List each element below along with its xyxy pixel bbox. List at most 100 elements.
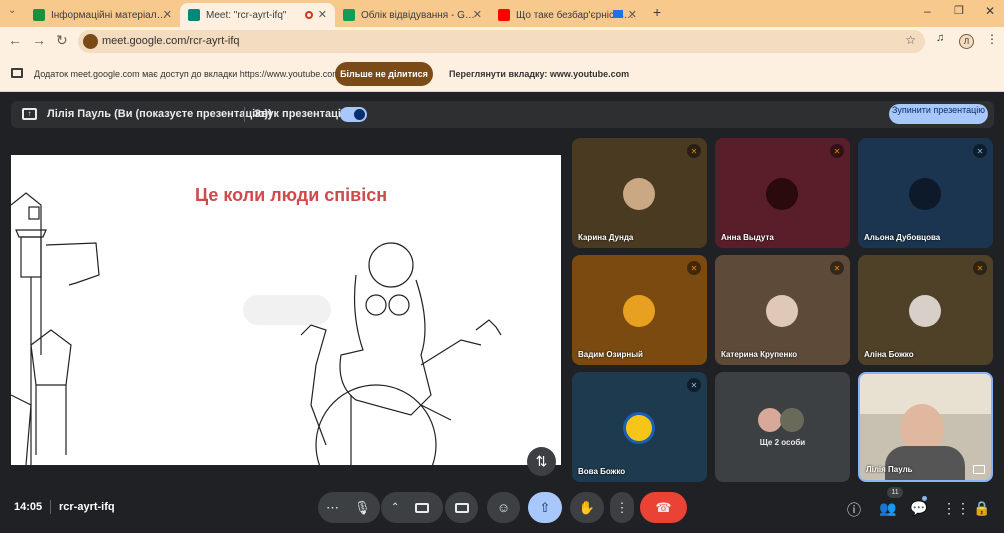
mic-off-icon: ✕	[687, 144, 701, 158]
close-icon[interactable]: ✕	[473, 8, 482, 21]
present-icon: ↑	[22, 108, 37, 120]
slide-hover-controls[interactable]	[243, 295, 331, 325]
minimize-icon[interactable]: –	[924, 4, 931, 18]
meet-icon	[188, 9, 200, 21]
info-icon[interactable]: ⓘ	[847, 500, 861, 520]
host-controls-icon[interactable]: 🔒	[973, 500, 990, 517]
participant-name: Вова Божко	[578, 467, 626, 476]
participant-tile[interactable]: ✕ Вадим Озирный	[572, 255, 707, 365]
presentation-sound-label: Звук презентації	[254, 108, 345, 120]
avatar	[909, 178, 941, 210]
tab-list-icon[interactable]: ⌄	[8, 5, 16, 16]
divider	[244, 107, 245, 122]
sheets-icon	[343, 9, 355, 21]
more-audio-icon[interactable]: ⋯	[326, 500, 339, 516]
presentation-sound-toggle[interactable]	[340, 107, 367, 122]
people-icon[interactable]: 👥	[879, 500, 896, 517]
bookmark-star-icon[interactable]: ☆	[905, 33, 916, 47]
participant-tile[interactable]: ✕ Аліна Божко	[858, 255, 993, 365]
participant-tile[interactable]: ✕ Альона Дубовцова	[858, 138, 993, 248]
avatar	[758, 408, 782, 432]
chat-dot	[922, 496, 927, 501]
participant-tile[interactable]: ✕ Вова Божко	[572, 372, 707, 482]
presenting-bar: ↑ Лілія Пауль (Ви (показуєте презентацію…	[11, 101, 994, 128]
people-count-badge: 11	[887, 487, 903, 498]
participant-name: Вадим Озирный	[578, 350, 643, 359]
close-icon[interactable]: ✕	[163, 8, 172, 21]
mic-off-icon: ✕	[830, 144, 844, 158]
avatar	[766, 178, 798, 210]
present-button[interactable]: ⇧	[528, 492, 562, 523]
close-window-icon[interactable]: ✕	[985, 4, 995, 18]
tab-youtube[interactable]: Що таке безбар'єрність і ч ✕	[490, 3, 645, 27]
media-control-icon[interactable]: ♫	[936, 32, 944, 44]
new-tab-icon[interactable]: +	[653, 4, 661, 20]
view-tab-link[interactable]: Переглянути вкладку: www.youtube.com	[449, 69, 629, 79]
raise-hand-button[interactable]: ✋	[570, 492, 604, 523]
mic-icon[interactable]: 🎙	[354, 500, 371, 516]
share-screen-icon	[11, 68, 23, 78]
mic-off-icon: ✕	[973, 261, 987, 275]
avatar	[909, 295, 941, 327]
control-bar: 14:05 rcr-ayrt-ifq ⋯ 🎙 ⌃ ☺ ⇧ ✋ ⋮ ☎ ⓘ 11 …	[0, 482, 1004, 533]
reactions-button[interactable]: ☺	[487, 492, 520, 523]
reload-icon[interactable]: ↻	[56, 32, 68, 49]
avatar	[780, 408, 804, 432]
youtube-icon	[498, 9, 510, 21]
mic-group: ⋯ 🎙	[318, 492, 380, 523]
tab-attendance[interactable]: Облік відвідування - Google T ✕	[335, 3, 490, 27]
camera-group: ⌃	[381, 492, 443, 523]
infobar-text: Додаток meet.google.com має доступ до вк…	[34, 69, 340, 79]
slides-icon	[33, 9, 45, 21]
more-participants-label: Ще 2 особи	[759, 438, 806, 447]
profile-avatar[interactable]: Л	[959, 34, 974, 49]
participant-tile[interactable]: ✕ Катерина Крупенко	[715, 255, 850, 365]
self-body	[885, 446, 965, 480]
chat-icon[interactable]: 💬	[910, 500, 927, 517]
recording-icon	[305, 11, 313, 19]
camera-icon[interactable]	[415, 502, 429, 513]
pin-swap-icon[interactable]: ⇅	[527, 447, 556, 476]
avatar	[766, 295, 798, 327]
chevron-up-icon[interactable]: ⌃	[391, 502, 399, 513]
self-view-tile[interactable]: Лілія Пауль	[858, 372, 993, 482]
participant-name: Альона Дубовцова	[864, 233, 941, 242]
divider	[50, 500, 51, 514]
tab-meet[interactable]: Meet: "rcr-ayrt-ifq" ✕	[180, 3, 335, 27]
presenter-name: Лілія Пауль (Ви (показуєте презентацію))	[47, 108, 272, 120]
close-icon[interactable]: ✕	[318, 8, 327, 21]
present-icon	[973, 465, 985, 474]
stop-sharing-button[interactable]: Більше не ділитися	[335, 62, 433, 86]
leave-call-button[interactable]: ☎	[640, 492, 687, 523]
kebab-menu-icon: ⋮	[615, 499, 629, 515]
captions-button[interactable]	[445, 492, 478, 523]
tab-info-materials[interactable]: Інформаційні матеріали в рам ✕	[25, 3, 180, 27]
presentation-slide: Це коли люди співісн	[11, 155, 561, 465]
mic-off-icon: ✕	[973, 144, 987, 158]
forward-icon[interactable]: →	[32, 32, 46, 48]
avatar	[623, 412, 655, 444]
maximize-icon[interactable]: ❐	[954, 4, 964, 17]
hang-up-icon: ☎	[655, 499, 672, 515]
kebab-menu-icon[interactable]: ⋮	[986, 32, 998, 46]
stop-presenting-button[interactable]: Зупинити презентацію	[889, 104, 988, 124]
back-icon[interactable]: ←	[8, 32, 22, 48]
participant-name: Анна Выдута	[721, 233, 774, 242]
hand-icon: ✋	[578, 499, 596, 515]
present-icon: ⇧	[539, 499, 551, 515]
url-field[interactable]: meet.google.com/rcr-ayrt-ifq ☆	[78, 30, 925, 53]
participant-name: Карина Дунда	[578, 233, 634, 242]
more-options-button[interactable]: ⋮	[610, 492, 634, 523]
emoji-icon: ☺	[496, 500, 511, 515]
close-icon[interactable]: ✕	[628, 8, 637, 21]
participant-tile[interactable]: ✕ Карина Дунда	[572, 138, 707, 248]
more-participants-tile[interactable]: Ще 2 особи	[715, 372, 850, 482]
slide-title: Це коли люди співісн	[195, 185, 388, 205]
participant-tile[interactable]: ✕ Анна Выдута	[715, 138, 850, 248]
captions-icon	[454, 502, 469, 513]
participant-name: Катерина Крупенко	[721, 350, 798, 359]
browser-tabbar: ⌄ Інформаційні матеріали в рам ✕ Meet: "…	[0, 0, 1004, 27]
site-info-icon[interactable]	[83, 34, 98, 49]
meeting-code: rcr-ayrt-ifq	[59, 501, 115, 513]
activities-icon[interactable]: ⋮⋮	[942, 500, 970, 517]
